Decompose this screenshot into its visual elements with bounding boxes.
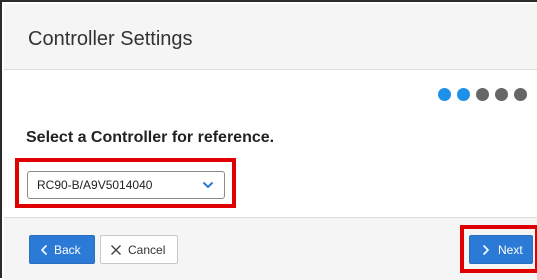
back-button[interactable]: Back [29, 235, 95, 264]
chevron-right-icon [482, 244, 490, 255]
back-button-label: Back [54, 242, 81, 257]
controller-select-value: RC90-B/A9V5014040 [37, 178, 153, 192]
next-button[interactable]: Next [469, 235, 533, 264]
controller-select[interactable]: RC90-B/A9V5014040 [27, 171, 225, 199]
select-controller-prompt: Select a Controller for reference. [26, 129, 275, 146]
chevron-left-icon [40, 244, 48, 255]
dialog-title: Controller Settings [28, 28, 193, 50]
next-button-label: Next [498, 242, 523, 257]
step-indicator [438, 88, 527, 101]
step-dot-2 [457, 88, 470, 101]
dialog-header: Controller Settings [4, 4, 537, 70]
controller-settings-dialog: Controller Settings Select a Controller … [0, 0, 537, 280]
chevron-down-icon [202, 179, 214, 191]
step-dot-3 [476, 88, 489, 101]
cancel-button[interactable]: Cancel [100, 235, 178, 264]
step-dot-5 [514, 88, 527, 101]
close-icon [110, 244, 122, 256]
cancel-button-label: Cancel [128, 242, 166, 257]
step-dot-1 [438, 88, 451, 101]
step-dot-4 [495, 88, 508, 101]
